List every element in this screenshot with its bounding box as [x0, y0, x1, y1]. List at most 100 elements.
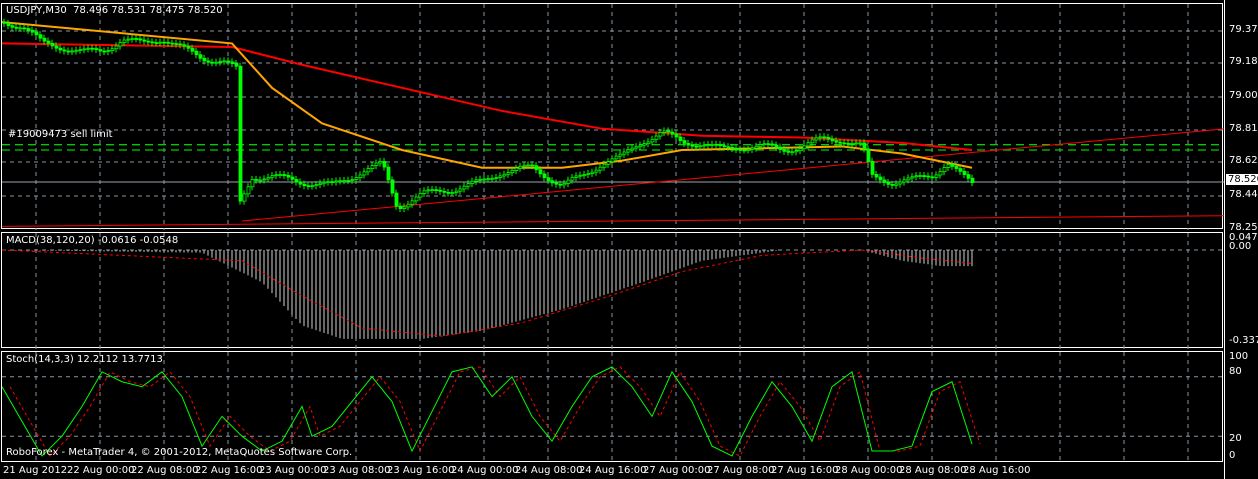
candle-body — [498, 175, 503, 178]
candle-body — [890, 183, 895, 186]
candle-body — [818, 136, 823, 139]
price-axis-label: 78.440 — [1229, 189, 1258, 200]
time-axis-label: 23 Aug 16:00 — [387, 465, 455, 476]
candle-body — [926, 175, 931, 178]
candle-body — [14, 26, 19, 29]
candle-body — [634, 146, 639, 149]
candle-body — [546, 177, 551, 182]
order-label[interactable]: #19009473 sell limit — [8, 129, 113, 140]
candle-body — [690, 144, 695, 147]
candle-body — [366, 168, 371, 173]
candle-body — [414, 196, 419, 202]
candle-body — [258, 179, 263, 182]
candle-body — [454, 190, 459, 194]
candle-body — [574, 175, 579, 178]
candle-body — [702, 144, 707, 147]
candle-body — [66, 50, 71, 53]
candle-body — [10, 25, 15, 28]
candle-body — [2, 21, 7, 24]
symbol-timeframe: USDJPY,M30 — [6, 5, 67, 16]
candle-body — [122, 39, 127, 43]
candle-body — [922, 175, 927, 177]
price-chart-canvas — [2, 4, 1224, 230]
candle-body — [814, 137, 819, 141]
candle-body — [98, 49, 103, 52]
candle-body — [810, 139, 815, 144]
candle-body — [166, 41, 171, 44]
candle-body — [102, 50, 107, 53]
candle-body — [534, 165, 539, 171]
candle-body — [134, 38, 139, 40]
candle-body — [622, 151, 627, 155]
macd-panel[interactable]: MACD(38,120,20) -0.0616 -0.0548 — [1, 232, 1224, 349]
candle-body — [850, 142, 855, 145]
candle-body — [626, 149, 631, 153]
candle-body — [602, 163, 607, 168]
candle-body — [726, 146, 731, 149]
time-axis-label: 22 Aug 00:00 — [67, 465, 135, 476]
candle-body — [322, 181, 327, 184]
candle-body — [238, 65, 243, 202]
macd-signal-line — [2, 249, 973, 337]
candle-body — [270, 175, 275, 178]
candle-body — [674, 133, 679, 138]
candle-body — [522, 164, 527, 167]
trendline — [2, 215, 1224, 227]
candle-body — [906, 177, 911, 181]
candle-body — [526, 164, 531, 167]
candle-body — [338, 180, 343, 183]
candle-body — [94, 48, 99, 51]
candle-body — [714, 143, 719, 146]
candle-body — [362, 171, 367, 176]
candle-body — [446, 191, 451, 194]
candle-body — [374, 162, 379, 166]
candle-body — [138, 38, 143, 41]
candle-body — [654, 135, 659, 140]
time-axis-label: 27 Aug 16:00 — [771, 465, 839, 476]
candle-body — [286, 174, 291, 178]
stochastic-panel[interactable]: Stoch(14,3,3) 12.2112 13.7713 RoboForex … — [1, 351, 1224, 463]
price-axis-label: 79.370 — [1229, 24, 1258, 35]
price-axis-label: 78.810 — [1229, 123, 1258, 134]
candle-body — [442, 190, 447, 193]
candle-body — [110, 48, 115, 51]
candle-body — [418, 192, 423, 198]
candle-body — [334, 180, 339, 183]
candle-body — [918, 175, 923, 177]
time-axis-label: 22 Aug 16:00 — [195, 465, 263, 476]
candle-body — [722, 145, 727, 148]
time-axis-label: 23 Aug 00:00 — [259, 465, 327, 476]
candle-body — [222, 60, 227, 63]
candle-body — [490, 177, 495, 180]
candle-body — [830, 138, 835, 142]
time-axis-label: 22 Aug 08:00 — [131, 465, 199, 476]
candle-body — [778, 146, 783, 150]
stoch-axis-20: 20 — [1229, 433, 1242, 444]
candle-body — [862, 142, 867, 150]
candle-body — [946, 164, 951, 168]
time-axis-label: 27 Aug 08:00 — [707, 465, 775, 476]
time-axis-label: 24 Aug 08:00 — [515, 465, 583, 476]
current-price-label: 78.520 — [1226, 174, 1258, 185]
candle-body — [22, 27, 27, 30]
price-chart-panel[interactable]: USDJPY,M30 78.496 78.531 78.475 78.520 #… — [1, 3, 1224, 230]
candle-body — [914, 175, 919, 178]
candle-body — [426, 189, 431, 192]
candle-body — [858, 142, 863, 145]
candle-body — [46, 40, 51, 44]
candle-body — [658, 132, 663, 137]
candle-body — [262, 178, 267, 181]
candle-body — [266, 176, 271, 180]
price-axis-label: 79.000 — [1229, 90, 1258, 101]
candle-body — [274, 174, 279, 177]
candle-body — [330, 181, 335, 184]
candle-body — [130, 38, 135, 40]
price-axis-label: 79.185 — [1229, 56, 1258, 67]
candle-body — [762, 143, 767, 146]
macd-title: MACD(38,120,20) -0.0616 -0.0548 — [6, 235, 179, 246]
candle-body — [294, 178, 299, 183]
candle-body — [638, 144, 643, 148]
candle-body — [770, 143, 775, 146]
candle-body — [586, 173, 591, 175]
candle-body — [438, 189, 443, 192]
